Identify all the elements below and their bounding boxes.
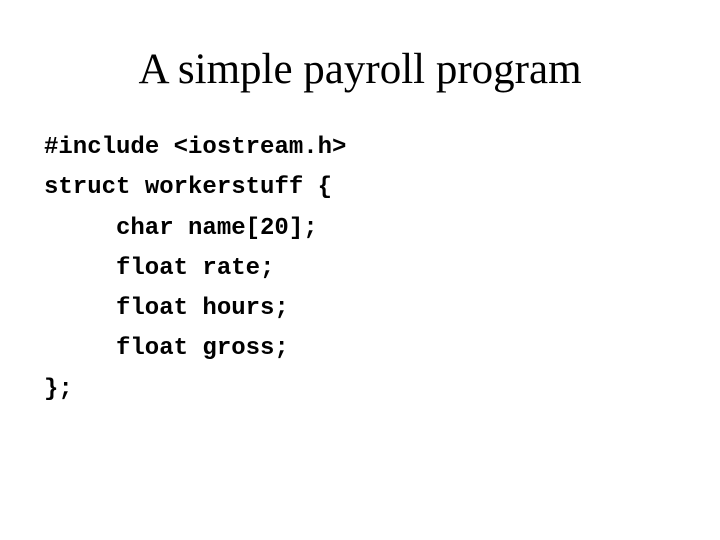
code-line: float rate; bbox=[116, 254, 275, 282]
code-line: char name[20]; bbox=[116, 214, 318, 242]
code-line: #include <iostream.h> bbox=[44, 134, 347, 161]
code-block: #include <iostream.h> struct workerstuff… bbox=[44, 128, 346, 410]
code-line: }; bbox=[44, 375, 73, 403]
code-line: float gross; bbox=[116, 335, 289, 363]
slide-title: A simple payroll program bbox=[138, 46, 582, 93]
code-line: struct workerstuff { bbox=[44, 174, 333, 202]
code-line: float hours; bbox=[116, 295, 289, 323]
